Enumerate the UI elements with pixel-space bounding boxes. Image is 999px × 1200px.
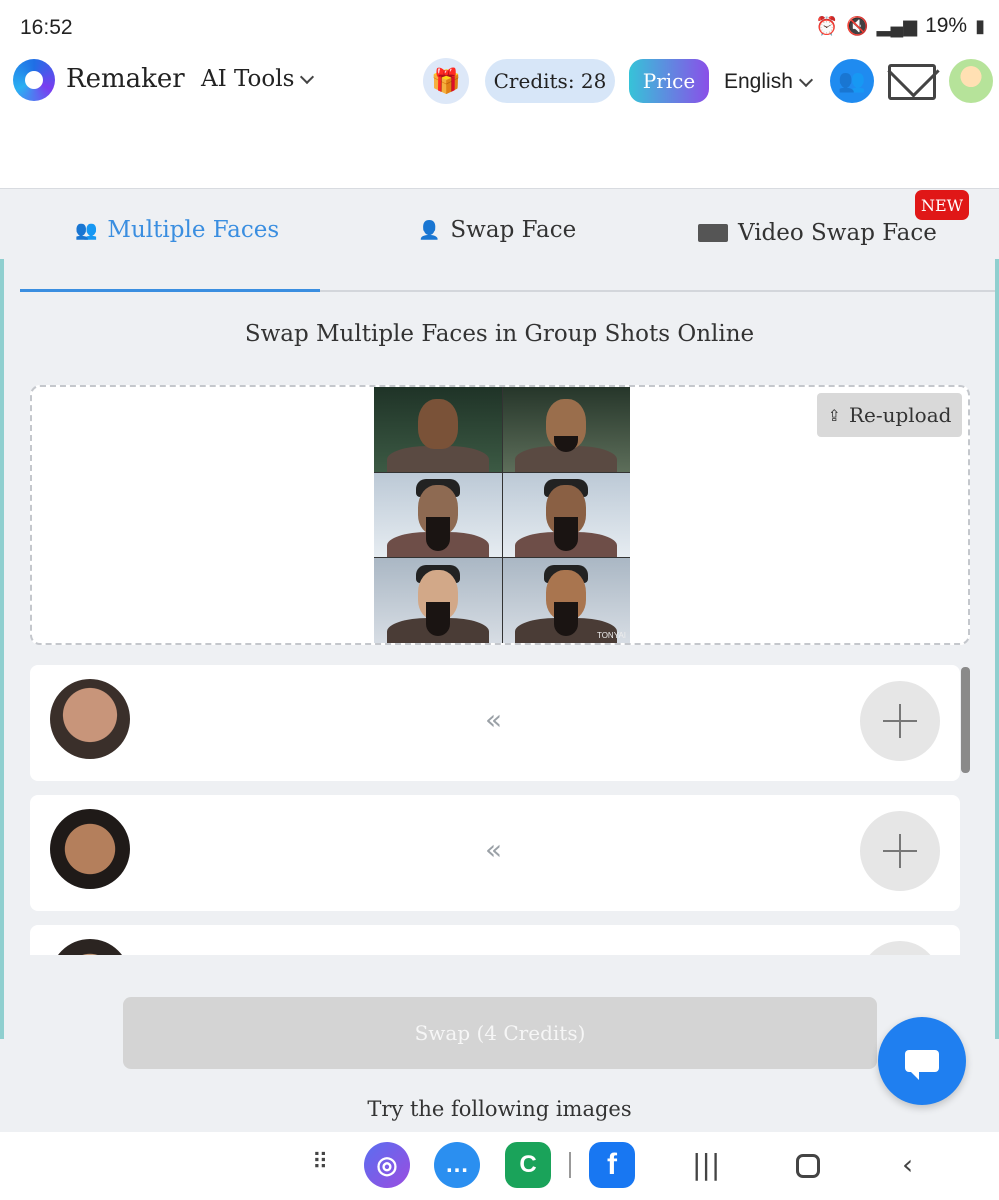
facebook-icon[interactable]: f xyxy=(589,1142,635,1188)
image-cell xyxy=(374,472,502,558)
community-icon[interactable]: 👥 xyxy=(830,59,874,103)
image-cell xyxy=(502,387,630,472)
system-nav-bar: ⠿ ◎ … C f ||| ‹ xyxy=(0,1132,999,1200)
swap-button[interactable]: Swap (4 Credits) xyxy=(123,997,877,1069)
add-face-button[interactable] xyxy=(860,681,940,761)
new-badge: NEW xyxy=(915,190,969,220)
top-nav: Remaker AI Tools 🎁 Credits: 28 Price Eng… xyxy=(0,56,999,112)
active-tab-indicator xyxy=(20,289,320,292)
add-face-button[interactable] xyxy=(860,811,940,891)
swap-arrow-icon: « xyxy=(485,833,503,866)
status-bar: 16:52 ⏰ 🔇 ▂▄▆ 19% ▮ xyxy=(0,0,999,56)
face-row: « xyxy=(30,665,960,781)
image-cell: TONYAI xyxy=(502,558,630,643)
battery-icon: ▮ xyxy=(975,15,985,36)
tab-swap-face[interactable]: 👤 Swap Face xyxy=(418,217,576,243)
ai-tools-label: AI Tools xyxy=(201,66,295,92)
gift-icon[interactable]: 🎁 xyxy=(423,58,469,104)
upload-icon: ⇪ xyxy=(827,405,841,425)
back-icon[interactable]: ‹ xyxy=(902,1148,913,1181)
chevron-down-icon xyxy=(300,69,315,84)
app-drawer-icon[interactable]: ⠿ xyxy=(312,1150,329,1175)
chat-bubble-icon xyxy=(905,1050,939,1080)
image-cell xyxy=(502,472,630,558)
mute-icon: 🔇 xyxy=(846,15,869,36)
page-subtitle: Swap Multiple Faces in Group Shots Onlin… xyxy=(244,321,755,347)
image-cell xyxy=(374,558,502,643)
remaker-logo-icon[interactable] xyxy=(13,59,55,101)
image-watermark: TONYAI xyxy=(596,630,626,640)
face-row: « xyxy=(30,795,960,911)
ai-tools-menu[interactable]: AI Tools xyxy=(201,66,315,92)
detected-face-thumbnail xyxy=(50,939,130,955)
image-upload-area[interactable]: TONYAI ⇪ Re-upload xyxy=(30,385,970,645)
messages-icon[interactable]: … xyxy=(434,1142,480,1188)
users-icon: 👥 xyxy=(75,219,98,241)
face-list-scrollbar[interactable] xyxy=(961,667,970,773)
user-avatar[interactable] xyxy=(949,59,993,103)
uploaded-group-image: TONYAI xyxy=(374,387,630,643)
language-label: English xyxy=(724,70,793,93)
face-list: « « xyxy=(30,665,970,955)
language-select[interactable]: English xyxy=(724,70,813,94)
tab-label: Video Swap Face xyxy=(738,220,937,246)
add-face-button[interactable] xyxy=(860,941,940,955)
brand-name[interactable]: Remaker xyxy=(66,64,185,94)
detected-face-thumbnail xyxy=(50,809,130,889)
signal-icon: ▂▄▆ xyxy=(876,15,918,36)
mode-tabs: 👥 Multiple Faces 👤 Swap Face Video Swap … xyxy=(20,189,995,292)
tab-multiple-faces[interactable]: 👥 Multiple Faces xyxy=(75,217,279,243)
right-accent-bar xyxy=(995,259,999,1039)
recent-apps-icon[interactable]: ||| xyxy=(692,1148,720,1181)
alarm-icon: ⏰ xyxy=(815,15,839,36)
status-icons: ⏰ 🔇 ▂▄▆ 19% ▮ xyxy=(816,14,985,38)
left-accent-bar xyxy=(0,259,4,1039)
status-time: 16:52 xyxy=(20,16,73,39)
app-c-icon[interactable]: C xyxy=(505,1142,551,1188)
main-panel: 👥 Multiple Faces 👤 Swap Face Video Swap … xyxy=(0,188,999,1132)
chat-button[interactable] xyxy=(878,1017,966,1105)
mail-icon[interactable] xyxy=(888,64,936,100)
detected-face-thumbnail xyxy=(50,679,130,759)
dock-separator xyxy=(569,1152,571,1178)
image-cell xyxy=(374,387,502,472)
swap-arrow-icon: « xyxy=(485,703,503,736)
price-button[interactable]: Price xyxy=(629,59,709,103)
reupload-button[interactable]: ⇪ Re-upload xyxy=(817,393,962,437)
reupload-label: Re-upload xyxy=(848,403,952,427)
video-camera-icon xyxy=(698,224,728,242)
tab-label: Swap Face xyxy=(450,217,577,243)
chevron-down-icon xyxy=(798,72,813,87)
tab-label: Multiple Faces xyxy=(107,217,280,243)
home-icon[interactable] xyxy=(796,1154,820,1178)
face-row xyxy=(30,925,960,955)
user-icon: 👤 xyxy=(418,219,441,241)
samsung-internet-icon[interactable]: ◎ xyxy=(364,1142,410,1188)
credits-button[interactable]: Credits: 28 xyxy=(485,59,615,103)
tab-video-swap-face[interactable]: Video Swap Face xyxy=(698,220,937,246)
try-images-label: Try the following images xyxy=(367,1097,632,1121)
battery-level: 19% xyxy=(925,14,968,37)
